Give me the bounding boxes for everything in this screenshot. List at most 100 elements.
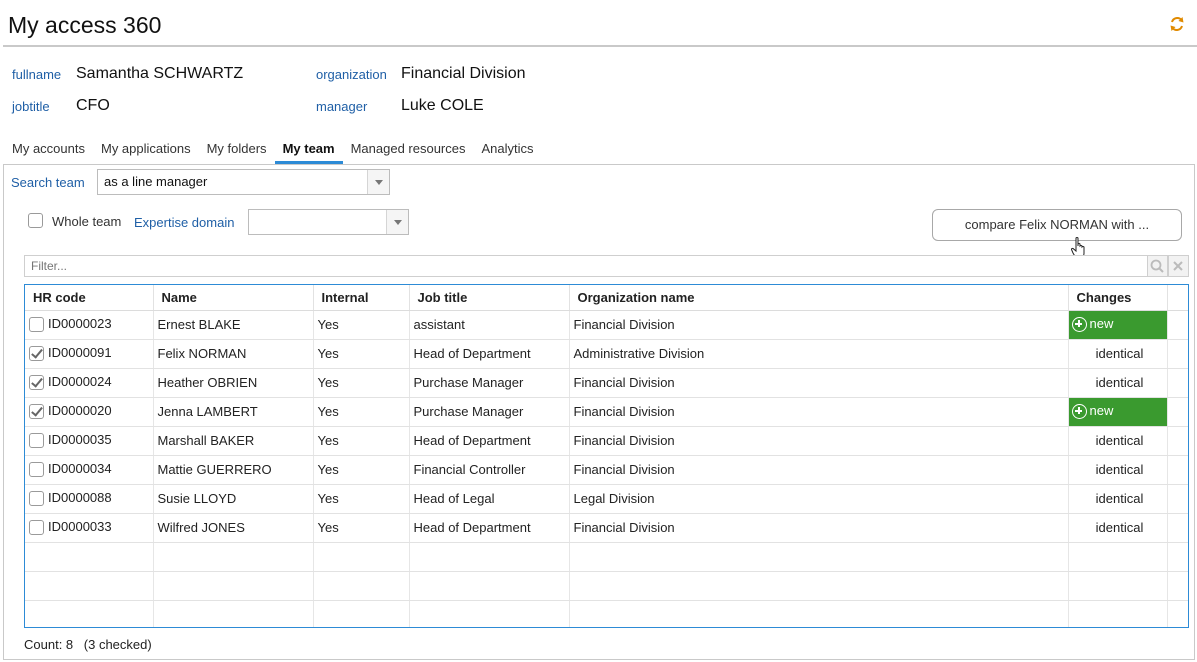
column-header-internal[interactable]: Internal [313, 285, 410, 311]
organization-label: organization [316, 67, 387, 82]
table-row[interactable]: ID0000033 Wilfred JONES Yes Head of Departm… [25, 513, 1188, 543]
search-team-select[interactable]: as a line manager [97, 169, 390, 195]
table-header-row: HR code Name Internal Job title Organiza… [25, 285, 1188, 311]
internal-cell: Yes [313, 368, 410, 398]
column-header-changes[interactable]: Changes [1068, 285, 1168, 311]
refresh-icon[interactable] [1168, 15, 1186, 33]
title-divider [3, 45, 1197, 47]
internal-cell: Yes [313, 455, 410, 485]
search-team-value: as a line manager [104, 174, 208, 189]
table-row[interactable]: ID0000020 Jenna LAMBERT Yes Purchase Manage… [25, 397, 1188, 427]
hr-code: ID0000035 [48, 432, 112, 448]
change-value: identical [1095, 491, 1144, 506]
clear-filter-icon[interactable] [1168, 255, 1189, 277]
fullname-label: fullname [12, 67, 62, 82]
tab-my-accounts[interactable]: My accounts [4, 138, 93, 164]
hr-code: ID0000034 [48, 461, 112, 477]
job-title-cell: Purchase Manager [409, 368, 570, 398]
table-row[interactable]: ID0000024 Heather OBRIEN Yes Purchase Manag… [25, 368, 1188, 398]
change-cell: identical [1068, 339, 1168, 369]
column-header-name[interactable]: Name [153, 285, 314, 311]
column-header-hr-code[interactable]: HR code [25, 285, 154, 311]
row-checkbox[interactable] [29, 345, 44, 361]
internal-cell: Yes [313, 484, 410, 514]
spacer-cell [1167, 397, 1188, 427]
change-cell: identical [1068, 426, 1168, 456]
hr-code-cell: ID0000033 [25, 513, 154, 543]
chevron-down-icon[interactable] [367, 170, 389, 194]
table-row[interactable]: ID0000023 Ernest BLAKE Yes assistant Financi… [25, 310, 1188, 340]
organization-cell: Financial Division [569, 513, 1069, 543]
empty-row [25, 600, 1188, 627]
table-row[interactable]: ID0000091 Felix NORMAN Yes Head of Departme… [25, 339, 1188, 369]
row-checkbox[interactable] [29, 432, 44, 448]
change-value: identical [1095, 462, 1144, 477]
plus-circle-icon [1071, 316, 1087, 332]
tab-managed-resources[interactable]: Managed resources [343, 138, 474, 164]
tab-my-applications[interactable]: My applications [93, 138, 199, 164]
hr-code: ID0000020 [48, 403, 112, 419]
row-checkbox[interactable] [29, 519, 44, 535]
search-icon[interactable] [1147, 255, 1168, 277]
plus-circle-icon [1071, 403, 1087, 419]
jobtitle-label: jobtitle [12, 99, 50, 114]
job-title-cell: assistant [409, 310, 570, 340]
change-value: new [1089, 316, 1114, 332]
tab-bar: My accounts My applications My folders M… [4, 138, 542, 164]
job-title-cell: Head of Legal [409, 484, 570, 514]
name-cell: Felix NORMAN [153, 339, 314, 369]
hr-code: ID0000033 [48, 519, 112, 535]
internal-cell: Yes [313, 426, 410, 456]
whole-team-checkbox[interactable] [28, 213, 43, 228]
hr-code-cell: ID0000091 [25, 339, 154, 369]
hr-code-cell: ID0000088 [25, 484, 154, 514]
row-checkbox[interactable] [29, 461, 44, 477]
organization-cell: Financial Division [569, 426, 1069, 456]
row-checkbox[interactable] [29, 316, 44, 332]
tab-my-folders[interactable]: My folders [199, 138, 275, 164]
jobtitle-value: CFO [76, 97, 110, 114]
hr-code-cell: ID0000020 [25, 397, 154, 427]
row-checkbox[interactable] [29, 490, 44, 506]
row-checkbox[interactable] [29, 374, 44, 390]
table-row[interactable]: ID0000088 Susie LLOYD Yes Head of Legal Lega… [25, 484, 1188, 514]
internal-cell: Yes [313, 397, 410, 427]
name-cell: Marshall BAKER [153, 426, 314, 456]
name-cell: Mattie GUERRERO [153, 455, 314, 485]
name-cell: Heather OBRIEN [153, 368, 314, 398]
internal-cell: Yes [313, 513, 410, 543]
compare-button[interactable]: compare Felix NORMAN with ... [932, 209, 1182, 241]
table-footer: Count: 8 (3 checked) [24, 637, 152, 652]
change-cell: new [1068, 310, 1168, 340]
expertise-domain-select[interactable] [248, 209, 409, 235]
job-title-cell: Purchase Manager [409, 397, 570, 427]
row-checkbox[interactable] [29, 403, 44, 419]
table-row[interactable]: ID0000034 Mattie GUERRERO Yes Financial Con… [25, 455, 1188, 485]
manager-value: Luke COLE [401, 97, 484, 114]
job-title-cell: Financial Controller [409, 455, 570, 485]
hr-code: ID0000088 [48, 490, 112, 506]
search-team-label: Search team [11, 175, 85, 190]
hr-code: ID0000024 [48, 374, 112, 390]
filter-input[interactable] [24, 255, 1148, 277]
change-cell: identical [1068, 513, 1168, 543]
internal-cell: Yes [313, 310, 410, 340]
hr-code-cell: ID0000023 [25, 310, 154, 340]
hr-code: ID0000091 [48, 345, 112, 361]
tab-my-team[interactable]: My team [274, 138, 343, 164]
job-title-cell: Head of Department [409, 513, 570, 543]
fullname-value: Samantha SCHWARTZ [76, 65, 244, 82]
column-header-organization-name[interactable]: Organization name [569, 285, 1069, 311]
chevron-down-icon[interactable] [386, 210, 408, 234]
row-count: Count: 8 [24, 637, 74, 652]
table-row[interactable]: ID0000035 Marshall BAKER Yes Head of Depart… [25, 426, 1188, 456]
change-cell: identical [1068, 484, 1168, 514]
spacer-cell [1167, 484, 1188, 514]
column-header-job-title[interactable]: Job title [409, 285, 570, 311]
hr-code-cell: ID0000035 [25, 426, 154, 456]
tab-analytics[interactable]: Analytics [474, 138, 542, 164]
manager-label: manager [316, 99, 368, 114]
team-table: HR code Name Internal Job title Organiza… [24, 284, 1189, 628]
checked-count: (3 checked) [83, 637, 152, 652]
hr-code: ID0000023 [48, 316, 112, 332]
